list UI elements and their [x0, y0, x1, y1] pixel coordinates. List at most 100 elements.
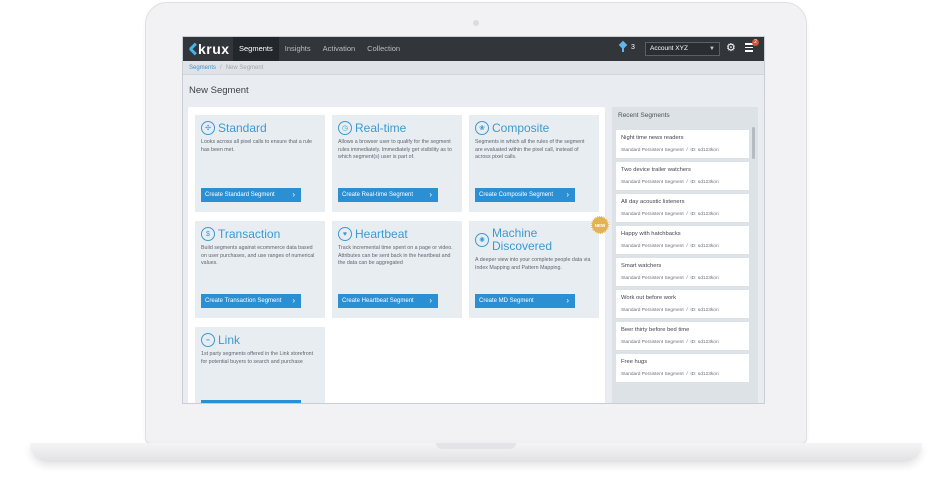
standard-icon: ✣ — [201, 121, 215, 135]
segment-name: Beer thirty before bed time — [621, 327, 690, 333]
segment-name: Smart watchers — [621, 263, 662, 269]
segment-id: ID: sd123kon — [690, 148, 719, 153]
transaction-icon: $ — [201, 227, 215, 241]
composite-icon: ❀ — [475, 121, 489, 135]
segment-type: Standard Persistent Segment — [621, 308, 684, 313]
create-heartbeat-segment-button[interactable]: Create Heartbeat Segment › — [338, 294, 438, 308]
segment-meta: Standard Persistent Segment / ID: sd123k… — [621, 212, 719, 217]
segment-type: Standard Persistent Segment — [621, 244, 684, 249]
list-item[interactable]: Smart watchers Standard Persistent Segmen… — [616, 258, 749, 286]
button-label: Create Composite Segment — [479, 192, 554, 198]
segment-name: Happy with hatchbacks — [621, 231, 681, 237]
segment-id: ID: sd123kon — [690, 340, 719, 345]
create-link-segment-button[interactable] — [201, 400, 301, 403]
breadcrumb: Segments / New Segment — [183, 61, 764, 75]
segment-type: Standard Persistent Segment — [621, 340, 684, 345]
card-title: Link — [218, 332, 241, 347]
recent-segments-panel: Recent Segments Night time news readers S… — [612, 107, 758, 403]
list-item[interactable]: Night time news readers Standard Persiste… — [616, 130, 749, 158]
card-composite: ❀ Composite Segments in which all the rul… — [469, 115, 599, 212]
chevron-right-icon: › — [292, 190, 295, 199]
camera-icon — [473, 20, 479, 26]
pin-count: 3 — [631, 43, 635, 51]
segment-name: Work out before work — [621, 295, 676, 301]
segment-id: ID: sd123kon — [690, 308, 719, 313]
create-md-segment-button[interactable]: Create MD Segment › — [475, 294, 575, 308]
create-composite-segment-button[interactable]: Create Composite Segment › — [475, 188, 575, 202]
card-title: Transaction — [218, 226, 281, 241]
card-title: Real-time — [355, 120, 407, 135]
realtime-icon: ◷ — [338, 121, 352, 135]
segment-meta: Standard Persistent Segment / ID: sd123k… — [621, 148, 719, 153]
card-description: Looks across all pixel calls to ensure t… — [201, 139, 312, 153]
laptop-base — [30, 443, 922, 462]
recent-segments-title: Recent Segments — [618, 112, 670, 119]
segment-type: Standard Persistent Segment — [621, 276, 684, 281]
logo-mark-icon — [188, 42, 196, 56]
nav-activation[interactable]: Activation — [317, 37, 362, 61]
machine-discovered-icon: ✺ — [475, 233, 489, 247]
segment-meta: Standard Persistent Segment / ID: sd123k… — [621, 372, 719, 377]
chevron-right-icon: › — [429, 190, 432, 199]
create-realtime-segment-button[interactable]: Create Real-time Segment › — [338, 188, 438, 202]
button-label: Create Standard Segment — [205, 192, 275, 198]
segment-name: Two device trailer watchers — [621, 167, 691, 173]
segment-type: Standard Persistent Segment — [621, 148, 684, 153]
card-transaction: $ Transaction Build segments against ecom… — [195, 221, 325, 318]
card-standard: ✣ Standard Looks across all pixel calls t… — [195, 115, 325, 212]
segment-id: ID: sd123kon — [690, 212, 719, 217]
segment-meta: Standard Persistent Segment / ID: sd123k… — [621, 276, 719, 281]
segment-id: ID: sd123kon — [690, 372, 719, 377]
card-description: A deeper view into your complete people … — [475, 257, 591, 271]
chevron-right-icon: › — [566, 296, 569, 305]
segment-id: ID: sd123kon — [690, 180, 719, 185]
card-description: Segments in which all the rules of the s… — [475, 139, 585, 160]
notifications-icon[interactable]: 2 — [745, 39, 759, 52]
list-item[interactable]: Free hugs Standard Persistent Segment / I… — [616, 354, 749, 382]
list-item[interactable]: All day acoustic listeners Standard Persi… — [616, 194, 749, 222]
list-item[interactable]: Work out before work Standard Persistent … — [616, 290, 749, 318]
scrollbar[interactable] — [752, 127, 755, 159]
create-standard-segment-button[interactable]: Create Standard Segment › — [201, 188, 301, 202]
krux-logo[interactable]: krux — [188, 39, 230, 59]
segment-meta: Standard Persistent Segment / ID: sd123k… — [621, 180, 719, 185]
heartbeat-icon: ♥ — [338, 227, 352, 241]
nav-insights[interactable]: Insights — [279, 37, 317, 61]
pinned-segments[interactable]: 3 — [619, 42, 635, 52]
notification-badge: 2 — [752, 39, 759, 46]
chevron-right-icon: › — [566, 190, 569, 199]
account-select[interactable]: Account XYZ ▼ — [645, 42, 720, 56]
segment-meta: Standard Persistent Segment / ID: sd123k… — [621, 244, 719, 249]
card-title: Composite — [492, 120, 550, 135]
nav-collection[interactable]: Collection — [361, 37, 406, 61]
button-label: Create Transaction Segment — [205, 298, 282, 304]
create-transaction-segment-button[interactable]: Create Transaction Segment › — [201, 294, 301, 308]
chevron-right-icon: › — [292, 296, 295, 305]
pin-icon — [619, 42, 627, 52]
card-link: ⌁ Link 1st party segments offered in the … — [195, 327, 325, 403]
card-description: Allows a browser user to qualify for the… — [338, 139, 452, 160]
laptop-notch — [436, 443, 516, 449]
list-item[interactable]: Beer thirty before bed time Standard Pers… — [616, 322, 749, 350]
nav-segments[interactable]: Segments — [233, 37, 279, 61]
recent-segments-list: Night time news readers Standard Persiste… — [616, 130, 749, 386]
button-label: Create Heartbeat Segment — [342, 298, 414, 304]
breadcrumb-segments[interactable]: Segments — [189, 65, 216, 71]
button-label: Create Real-time Segment — [342, 192, 414, 198]
breadcrumb-separator: / — [220, 65, 222, 71]
segment-name: All day acoustic listeners — [621, 199, 685, 205]
segment-meta: Standard Persistent Segment / ID: sd123k… — [621, 340, 719, 345]
main-nav: Segments Insights Activation Collection — [233, 37, 406, 61]
segment-type: Standard Persistent Segment — [621, 212, 684, 217]
card-title: Heartbeat — [355, 226, 408, 241]
gear-icon[interactable]: ⚙ — [726, 42, 736, 54]
segment-meta: Standard Persistent Segment / ID: sd123k… — [621, 308, 719, 313]
list-item[interactable]: Happy with hatchbacks Standard Persistent… — [616, 226, 749, 254]
account-name: Account XYZ — [650, 45, 688, 52]
card-description: Track incremental time spent on a page o… — [338, 245, 453, 266]
segment-types-panel: ✣ Standard Looks across all pixel calls t… — [188, 107, 609, 403]
list-item[interactable]: Two device trailer watchers Standard Pers… — [616, 162, 749, 190]
segment-type: Standard Persistent Segment — [621, 180, 684, 185]
card-realtime: ◷ Real-time Allows a browser user to qual… — [332, 115, 462, 212]
new-badge: NEW — [591, 216, 609, 234]
